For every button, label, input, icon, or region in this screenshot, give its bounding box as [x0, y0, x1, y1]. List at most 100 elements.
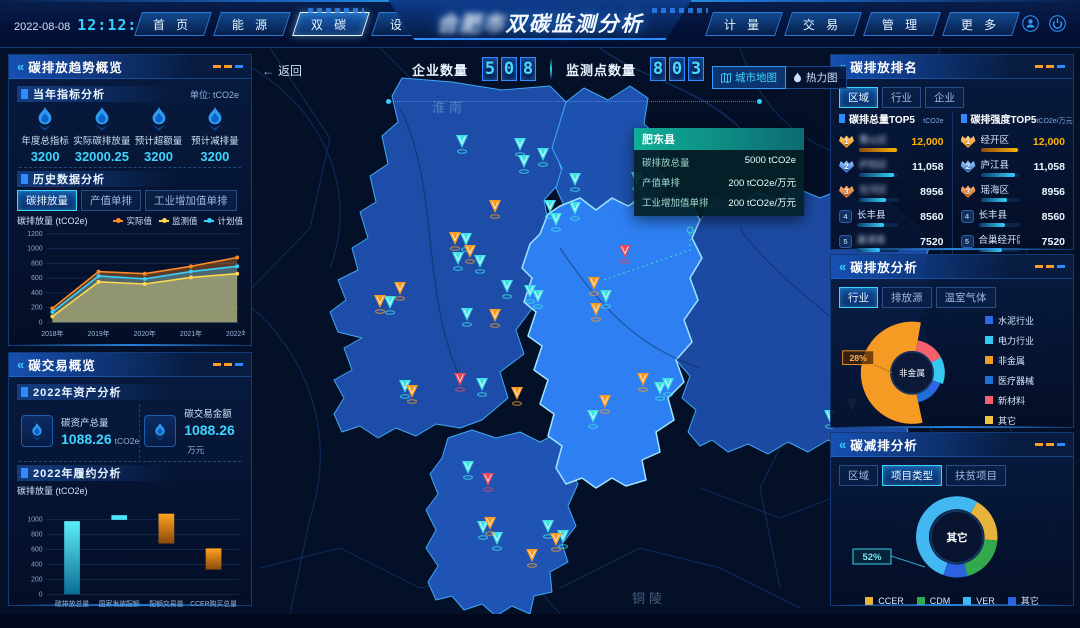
metric-actual-emission[interactable]: 实际碳排放量 32000.25 — [73, 105, 130, 164]
user-icon[interactable] — [1022, 15, 1039, 32]
svg-text:600: 600 — [31, 275, 43, 282]
nav-item-dual-carbon[interactable]: 双 碳 — [292, 12, 370, 36]
legend-item[interactable]: 其它 — [985, 414, 1063, 427]
legend-item[interactable]: VER — [963, 594, 995, 607]
section-title: 当年指标分析 — [33, 86, 105, 102]
rose-center-label: 非金属 — [899, 367, 925, 378]
ranking-row[interactable]: 5 巢湖县 7520 — [839, 229, 944, 254]
heat-map-button[interactable]: 热力图 — [785, 67, 846, 88]
ranking-row[interactable]: 2 庐江县 11,058 — [961, 154, 1066, 179]
date-text: 2022-08-08 — [14, 21, 70, 33]
ranking-tabs: 区域 行业 企业 — [839, 87, 1065, 108]
legend-item[interactable]: CCER — [865, 594, 904, 607]
ranking-row[interactable]: 1 经开区 12,000 — [961, 129, 1066, 154]
ranking-row[interactable]: 1 蜀山区 12,000 — [839, 129, 944, 154]
svg-text:1200: 1200 — [27, 231, 42, 238]
decor-dashes-right — [652, 8, 708, 13]
metric-label: 实际碳排放量 — [73, 133, 130, 147]
nav-item-trading[interactable]: 交 易 — [784, 12, 862, 36]
donut-center-label: 其它 — [947, 531, 968, 544]
city-label: 淮南 — [432, 100, 466, 115]
region-name-redacted: 蜀山区 — [859, 132, 899, 146]
panel-title: 碳排放趋势概览 — [28, 57, 123, 76]
asset-amount[interactable]: 碳交易金额 1088.26万元 — [139, 404, 243, 458]
ranking-row[interactable]: 3 包河区 8956 — [839, 179, 944, 204]
legend-item[interactable]: 其它 — [1008, 594, 1039, 607]
power-icon[interactable] — [1049, 15, 1066, 32]
legend-item[interactable]: 实际值 — [113, 215, 152, 227]
legend-item[interactable]: 新材料 — [985, 394, 1063, 407]
bar-total-emission[interactable] — [64, 521, 80, 594]
tab-region[interactable]: 区域 — [839, 465, 878, 486]
legend-item[interactable]: 监测值 — [159, 215, 198, 227]
bar-quota-traded[interactable] — [159, 514, 175, 544]
legend-item[interactable]: 医疗器械 — [985, 374, 1063, 387]
ranking-row[interactable]: 4 长丰县 8560 — [961, 204, 1066, 229]
metric-expected-excess[interactable]: 预计超额量 3200 — [130, 105, 186, 164]
ranking-row[interactable]: 3 瑶海区 8956 — [961, 179, 1066, 204]
y-axis-ticks: 0 200 400 600 800 1000 — [27, 517, 42, 599]
section-title: 2022年资产分析 — [33, 384, 121, 400]
panel-title: 碳排放排名 — [850, 57, 918, 76]
digit: 0 — [669, 57, 685, 81]
metric-value: 3200 — [144, 149, 173, 164]
bar-ccer-purchased[interactable] — [206, 548, 222, 569]
panel-header: « 碳排放趋势概览 — [9, 55, 251, 79]
ranking-row[interactable]: 5 合巢经开区 7520 — [961, 229, 1066, 254]
digit: 8 — [520, 57, 536, 81]
region-name-redacted: 包河区 — [859, 182, 899, 196]
analysis-tabs: 行业 排放源 温室气体 — [839, 287, 1065, 308]
metric-label: 预计减排量 — [191, 133, 239, 147]
legend-item[interactable]: 非金属 — [985, 354, 1063, 367]
tab-industry[interactable]: 行业 — [839, 287, 878, 308]
compliance-waterfall-chart: 0 200 400 600 800 1000 碳排放总量 国家发放配额 配额交易… — [17, 497, 245, 619]
tooltip-body: 碳排放总量 5000 tCO2e 产值单排 200 tCO2e/万元 工业增加值… — [634, 150, 804, 216]
metric-annual-target[interactable]: 年度总指标 3200 — [17, 105, 73, 164]
metric-expected-reduction[interactable]: 预计减排量 3200 — [187, 105, 243, 164]
nav-item-management[interactable]: 管 理 — [863, 12, 941, 36]
nav-item-more[interactable]: 更 多 — [942, 12, 1020, 36]
legend-item[interactable]: 计划值 — [204, 215, 243, 227]
y-axis-ticks: 0 200 400 600 800 1000 1200 — [27, 231, 42, 326]
app-title-wrap: 合肥市双碳监测分析 — [375, 0, 705, 44]
legend-item[interactable]: 水泥行业 — [985, 314, 1063, 327]
legend-item[interactable]: 电力行业 — [985, 334, 1063, 347]
tab-output-intensity[interactable]: 产值单排 — [81, 190, 141, 211]
tab-emission-source[interactable]: 排放源 — [882, 287, 932, 308]
tab-emission[interactable]: 碳排放量 — [17, 190, 77, 211]
nav-item-home[interactable]: 首 页 — [134, 12, 212, 36]
nav-item-metering[interactable]: 计 量 — [705, 12, 783, 36]
svg-text:800: 800 — [31, 260, 43, 267]
ranking-header: 碳排强度TOP5tCO2e/万元 — [961, 111, 1066, 126]
tab-poverty-project[interactable]: 扶贫项目 — [946, 465, 1006, 486]
digit: 0 — [501, 57, 517, 81]
panel-carbon-trend: « 碳排放趋势概览 当年指标分析 单位: tCO2e 年度总指标 3200 实际… — [8, 54, 252, 346]
tab-greenhouse-gas[interactable]: 温室气体 — [936, 287, 996, 308]
metric-value: 32000.25 — [75, 149, 129, 164]
svg-text:600: 600 — [31, 547, 43, 554]
legend-item[interactable]: CDM — [917, 594, 951, 607]
rank-value: 12,000 — [1025, 136, 1065, 148]
ranking-row[interactable]: 2 庐阳区 11,058 — [839, 154, 944, 179]
bar-national-quota[interactable] — [111, 515, 127, 520]
tab-enterprise[interactable]: 企业 — [925, 87, 964, 108]
segment-other[interactable] — [945, 569, 965, 571]
nav-label: 能 源 — [224, 16, 279, 33]
svg-text:2021年: 2021年 — [180, 329, 202, 338]
back-button[interactable]: ←返回 — [262, 62, 302, 79]
region-name: 庐江县 — [981, 157, 1021, 171]
rank-badge: 4 — [961, 210, 974, 223]
asset-total[interactable]: 碳资产总量 1088.26tCO2e — [17, 404, 139, 458]
ranking-row[interactable]: 4 长丰县 8560 — [839, 204, 944, 229]
tab-industrial-intensity[interactable]: 工业增加值单排 — [145, 190, 237, 211]
tab-region[interactable]: 区域 — [839, 87, 878, 108]
tab-industry[interactable]: 行业 — [882, 87, 921, 108]
rank-badge: 4 — [839, 210, 852, 223]
rank-value: 11,058 — [904, 161, 944, 173]
panel-carbon-trading: « 碳交易概览 2022年资产分析 碳资产总量 1088.26tCO2e — [8, 352, 252, 606]
tab-project-type[interactable]: 项目类型 — [882, 465, 942, 486]
nav-item-energy[interactable]: 能 源 — [213, 12, 291, 36]
city-map-button[interactable]: 城市地图 — [712, 66, 786, 89]
svg-text:1000: 1000 — [27, 517, 42, 524]
monitor-count-label: 监测点数量 — [566, 60, 636, 79]
